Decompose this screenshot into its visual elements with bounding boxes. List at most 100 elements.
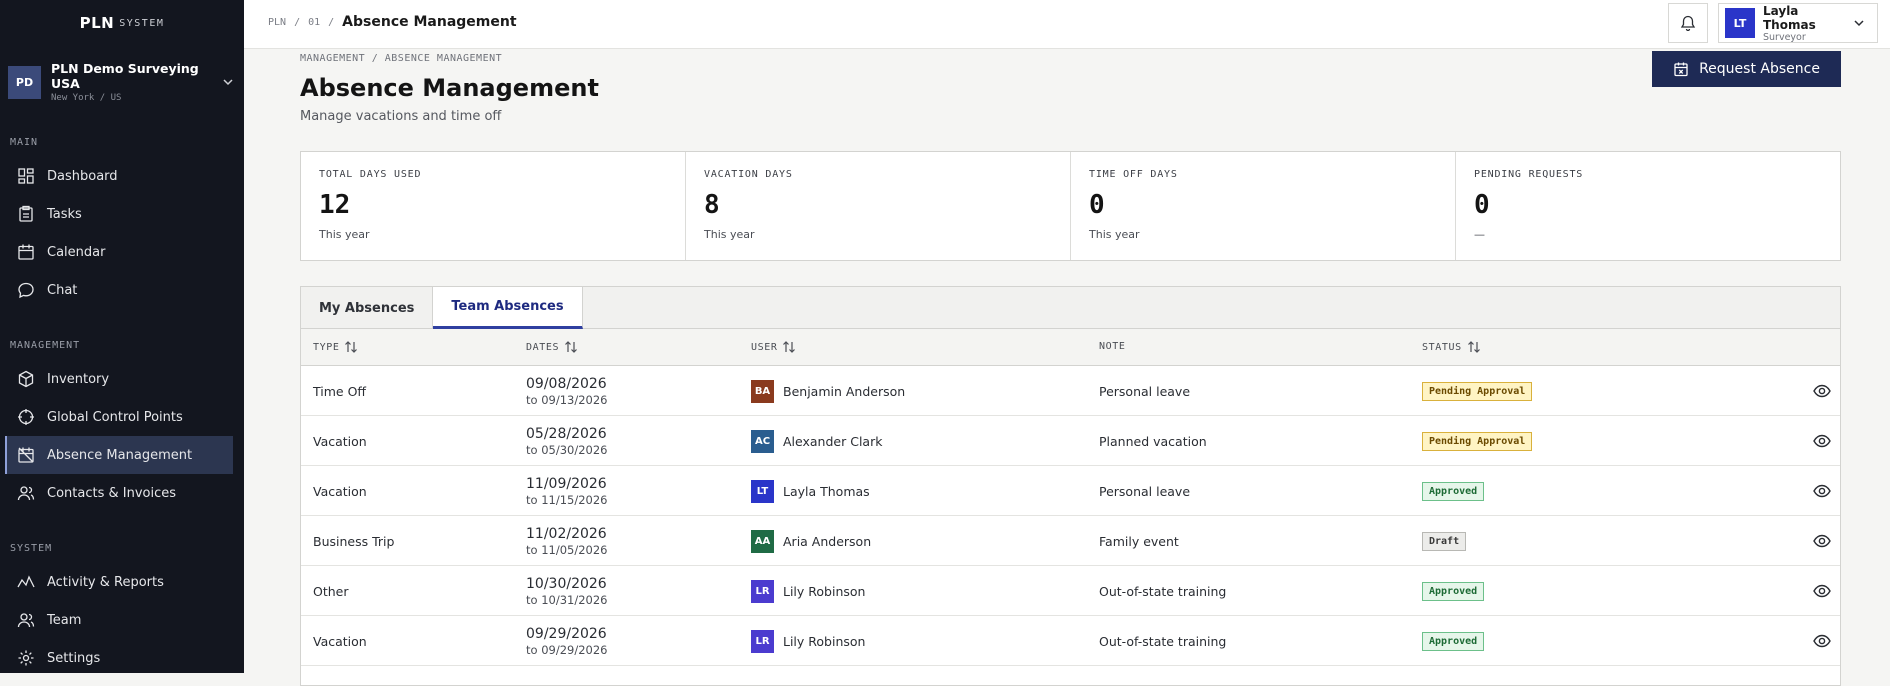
stat-label: TOTAL DAYS USED (319, 169, 422, 180)
nav-section-management: MANAGEMENT (10, 340, 81, 351)
avatar: BA (751, 379, 774, 403)
date-to: to 11/15/2026 (526, 492, 608, 507)
sidebar-item-tasks[interactable]: Tasks (5, 195, 233, 233)
sidebar-item-team[interactable]: Team (5, 601, 233, 639)
tab-my-absences[interactable]: My Absences (301, 287, 434, 329)
stat-total-days-used: TOTAL DAYS USED 12 This year (301, 152, 686, 260)
column-header-status[interactable]: STATUS (1422, 341, 1481, 353)
user-name: Lily Robinson (783, 633, 866, 649)
cell-status: Pending Approval (1422, 366, 1533, 416)
cell-user: LR Lily Robinson (751, 616, 865, 666)
column-header-label: TYPE (313, 341, 340, 353)
sidebar-item-settings[interactable]: Settings (5, 639, 233, 677)
stat-label: TIME OFF DAYS (1089, 169, 1178, 180)
request-absence-button[interactable]: Request Absence (1652, 51, 1841, 87)
sidebar-item-contacts-invoices[interactable]: Contacts & Invoices (5, 474, 233, 512)
table-row[interactable]: Vacation 05/28/2026 to 05/30/2026 AC Alexand… (301, 416, 1840, 466)
sidebar-item-activity-reports[interactable]: Activity & Reports (5, 563, 233, 601)
user-menu-button[interactable]: LT Layla Thomas Surveyor (1718, 3, 1878, 43)
cell-note: Family event (1099, 533, 1179, 549)
avatar: AA (751, 529, 774, 553)
table-row[interactable]: Time Off 09/08/2026 to 09/13/2026 BA Benjami… (301, 366, 1840, 416)
crosshair-icon (18, 409, 34, 425)
user-name: Lily Robinson (783, 583, 866, 599)
tab-bar: My Absences Team Absences (301, 287, 1840, 329)
column-header-label: DATES (526, 341, 560, 353)
org-name: PLN Demo Surveying USA (51, 61, 199, 91)
table-row[interactable]: Vacation 11/09/2026 to 11/15/2026 LT Layla T… (301, 466, 1840, 516)
table-row[interactable]: Other 10/30/2026 to 10/31/2026 LR Lily Robin… (301, 566, 1840, 616)
cell-status: Approved (1422, 616, 1485, 666)
calendar-x-icon (1674, 62, 1688, 77)
stat-note: This year (1089, 228, 1140, 241)
user-name: Layla Thomas (1763, 3, 1816, 32)
sidebar-item-calendar[interactable]: Calendar (5, 233, 233, 271)
org-switcher[interactable]: PD PLN Demo Surveying USA New York / US (8, 61, 236, 103)
stat-time-off-days: TIME OFF DAYS 0 This year (1071, 152, 1456, 260)
view-icon[interactable] (1813, 583, 1831, 599)
sidebar-item-label: Tasks (47, 206, 82, 222)
stat-note: This year (319, 228, 370, 241)
avatar: AC (751, 429, 774, 453)
breadcrumb-current: Absence Management (342, 14, 517, 30)
date-from: 05/28/2026 (526, 425, 607, 442)
table-row[interactable]: Vacation 09/29/2026 to 09/29/2026 LR Lily Ro… (301, 616, 1840, 666)
cell-type: Other (313, 583, 349, 599)
brand-main: PLN (79, 14, 115, 32)
tab-team-absences[interactable]: Team Absences (433, 287, 583, 329)
sidebar-item-chat[interactable]: Chat (5, 271, 233, 309)
breadcrumb-item[interactable]: 01 (308, 17, 320, 28)
view-icon[interactable] (1813, 433, 1831, 449)
breadcrumb-separator: / (294, 16, 301, 28)
sort-icon (345, 341, 358, 353)
column-header-label: USER (751, 341, 778, 353)
view-icon[interactable] (1813, 633, 1831, 649)
stat-value: 8 (704, 190, 720, 220)
notifications-button[interactable] (1668, 3, 1708, 43)
bell-icon (1680, 15, 1696, 31)
sidebar: PLN SYSTEM PD PLN Demo Surveying USA New… (0, 0, 244, 673)
breadcrumb-item[interactable]: PLN (268, 17, 286, 28)
date-from: 09/29/2026 (526, 625, 607, 642)
stat-note: — (1474, 228, 1485, 241)
chevron-down-icon (1854, 20, 1864, 27)
page-subtitle: Manage vacations and time off (300, 109, 502, 124)
cell-note: Out-of-state training (1099, 583, 1227, 599)
sidebar-item-inventory[interactable]: Inventory (5, 360, 233, 398)
sort-icon (565, 341, 578, 353)
stat-label: PENDING REQUESTS (1474, 169, 1584, 180)
brand-logo[interactable]: PLN SYSTEM (0, 0, 244, 46)
sidebar-item-label: Settings (47, 650, 101, 666)
view-icon[interactable] (1813, 533, 1831, 549)
request-absence-label: Request Absence (1699, 61, 1820, 77)
sidebar-item-global-control-points[interactable]: Global Control Points (5, 398, 233, 436)
calendar-icon (18, 244, 34, 260)
column-header-label: STATUS (1422, 341, 1462, 353)
sidebar-item-label: Contacts & Invoices (47, 485, 177, 501)
view-icon[interactable] (1813, 483, 1831, 499)
view-icon[interactable] (1813, 383, 1831, 399)
sidebar-item-absence-management[interactable]: Absence Management (5, 436, 233, 474)
sidebar-item-dashboard[interactable]: Dashboard (5, 157, 233, 195)
column-header-note: NOTE (1099, 341, 1125, 352)
stat-pending-requests: PENDING REQUESTS 0 — (1456, 152, 1840, 260)
column-header-dates[interactable]: DATES (526, 341, 578, 353)
column-header-type[interactable]: TYPE (313, 341, 358, 353)
breadcrumb-separator: / (328, 16, 335, 28)
cell-dates: 11/02/2026 to 11/05/2026 (526, 516, 607, 566)
table-row[interactable]: Business Trip 11/02/2026 to 11/05/2026 AA Ar… (301, 516, 1840, 566)
column-header-user[interactable]: USER (751, 341, 796, 353)
cell-dates: 10/30/2026 to 10/31/2026 (526, 566, 607, 616)
stat-value: 0 (1474, 190, 1490, 220)
status-badge: Draft (1422, 531, 1467, 551)
breadcrumb: PLN / 01 / Absence Management (268, 14, 517, 30)
page-breadcrumb: MANAGEMENT / ABSENCE MANAGEMENT (300, 53, 503, 64)
cell-note: Out-of-state training (1099, 633, 1227, 649)
date-from: 11/09/2026 (526, 475, 607, 492)
cell-dates: 11/09/2026 to 11/15/2026 (526, 466, 607, 516)
cell-dates: 05/28/2026 to 05/30/2026 (526, 416, 607, 466)
cell-status: Draft (1422, 516, 1467, 566)
sidebar-item-label: Calendar (47, 244, 106, 260)
date-from: 11/02/2026 (526, 525, 607, 542)
cell-note: Planned vacation (1099, 433, 1207, 449)
